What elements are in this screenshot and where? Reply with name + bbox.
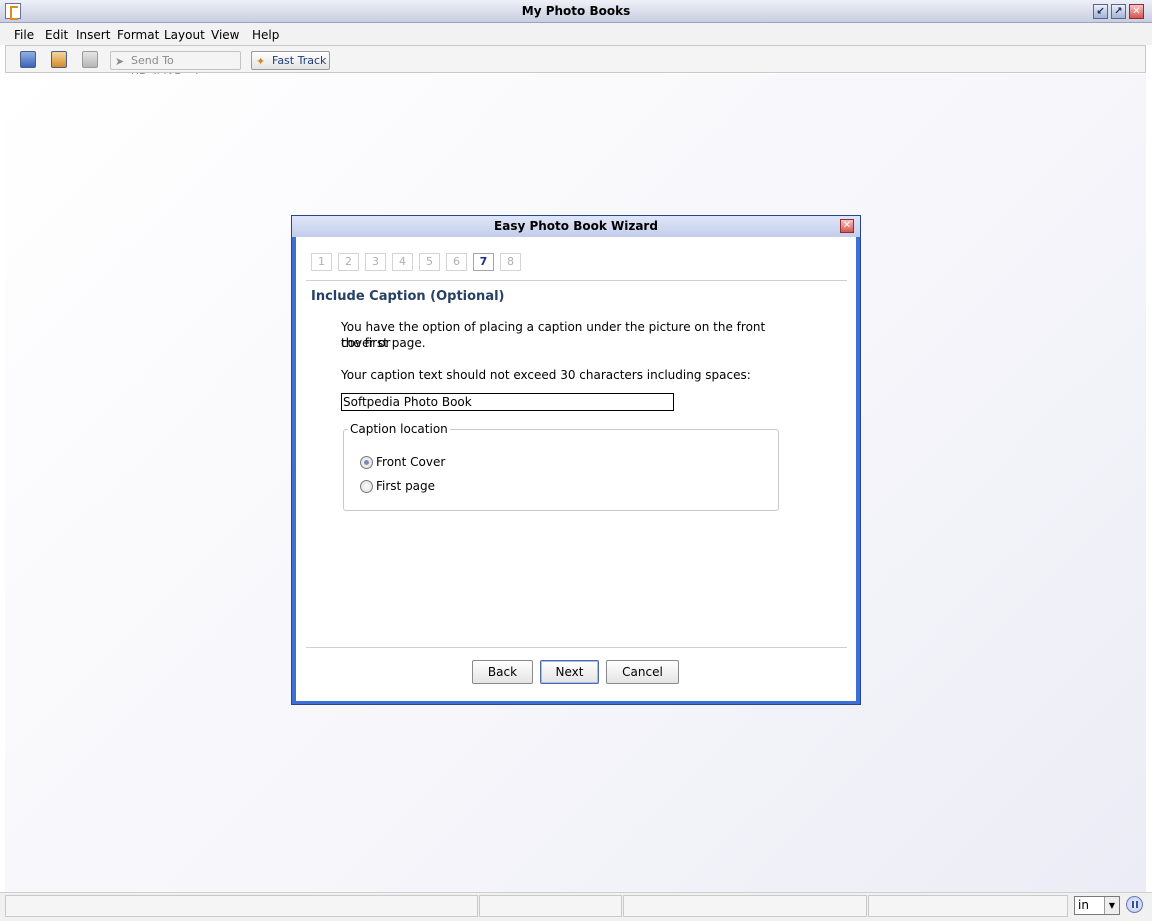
menu-edit[interactable]: Edit xyxy=(45,28,68,42)
dialog-body: 1 2 3 4 5 6 7 8 Include Caption (Optiona… xyxy=(296,237,856,701)
maximize-button[interactable]: ↗ xyxy=(1111,4,1126,19)
status-segment xyxy=(479,895,622,917)
step-5: 5 xyxy=(419,253,440,271)
unit-select[interactable]: in ▼ xyxy=(1074,896,1120,915)
front-cover-radio[interactable] xyxy=(360,456,373,469)
chevron-down-icon[interactable]: ▼ xyxy=(1104,897,1119,914)
minimize-button[interactable]: ↙ xyxy=(1093,4,1108,19)
divider xyxy=(306,647,847,648)
intro-text-line2: the first page. xyxy=(341,336,426,350)
title-bar: My Photo Books ↙ ↗ ✕ xyxy=(0,0,1152,23)
step-7-current: 7 xyxy=(473,253,494,271)
fast-track-label: Fast Track xyxy=(272,54,327,67)
menu-bar: File Edit Insert Format Layout View Help xyxy=(0,23,1152,45)
menu-view[interactable]: View xyxy=(211,28,239,42)
first-page-label: First page xyxy=(376,479,436,493)
pause-icon[interactable] xyxy=(1126,896,1143,913)
step-1: 1 xyxy=(311,253,332,271)
next-button[interactable]: Next xyxy=(540,660,599,684)
menu-layout[interactable]: Layout xyxy=(164,28,205,42)
send-to-ubuildabook-button[interactable]: ➤ Send To UBuildABook xyxy=(110,51,241,84)
step-2: 2 xyxy=(338,253,359,271)
caption-input[interactable] xyxy=(341,393,674,411)
caption-location-label: Caption location xyxy=(348,422,450,436)
limit-text: Your caption text should not exceed 30 c… xyxy=(341,368,751,382)
menu-insert[interactable]: Insert xyxy=(76,28,110,42)
menu-format[interactable]: Format xyxy=(117,28,159,42)
dialog-title: Easy Photo Book Wizard xyxy=(494,219,658,233)
caption-location-group: Caption location Front Cover First page xyxy=(343,422,779,511)
fast-track-button[interactable]: ✦ Fast Track xyxy=(251,51,330,70)
page-heading: Include Caption (Optional) xyxy=(311,289,505,304)
edit-book-icon[interactable] xyxy=(51,51,67,68)
arrow-right-icon: ➤ xyxy=(115,55,125,68)
status-bar: in ▼ xyxy=(0,892,1152,921)
menu-file[interactable]: File xyxy=(14,28,34,42)
back-button[interactable]: Back xyxy=(472,660,533,684)
close-button[interactable]: ✕ xyxy=(1129,4,1144,19)
step-8: 8 xyxy=(500,253,521,271)
new-book-icon[interactable] xyxy=(20,51,36,68)
status-segment xyxy=(5,895,478,917)
toolbar: ➤ Send To UBuildABook ✦ Fast Track xyxy=(5,45,1146,84)
save-icon[interactable] xyxy=(82,51,98,68)
status-segment xyxy=(623,895,867,917)
easy-photo-book-wizard: Easy Photo Book Wizard ✕ 1 2 3 4 5 6 7 8… xyxy=(291,215,861,705)
dialog-title-bar: Easy Photo Book Wizard ✕ xyxy=(292,216,860,237)
step-3: 3 xyxy=(365,253,386,271)
menu-help[interactable]: Help xyxy=(252,28,279,42)
window-title: My Photo Books xyxy=(521,4,631,18)
first-page-radio[interactable] xyxy=(360,480,373,493)
step-4: 4 xyxy=(392,253,413,271)
dialog-close-button[interactable]: ✕ xyxy=(840,219,854,233)
unit-value: in xyxy=(1078,898,1089,912)
divider xyxy=(306,280,847,281)
magic-wand-icon: ✦ xyxy=(256,55,266,68)
cancel-button[interactable]: Cancel xyxy=(606,660,679,684)
step-6: 6 xyxy=(446,253,467,271)
status-segment xyxy=(868,895,1068,917)
front-cover-label: Front Cover xyxy=(376,455,446,469)
